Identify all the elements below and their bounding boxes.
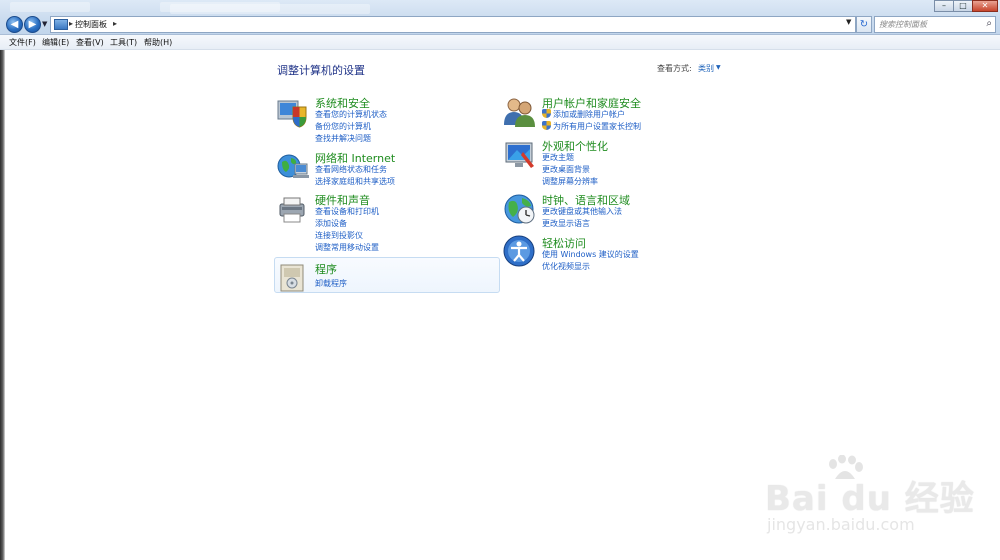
view-by-dropdown[interactable]: 类别: [698, 63, 714, 74]
link-keyboard-input[interactable]: 更改键盘或其他输入法: [542, 206, 622, 217]
refresh-icon: ↻: [859, 19, 869, 30]
link-network-status[interactable]: 查看网络状态和任务: [315, 164, 387, 175]
network-internet-icon: [277, 154, 309, 178]
hardware-sound-icon: [279, 197, 305, 223]
minimize-button[interactable]: –: [934, 0, 954, 12]
breadcrumb-arrow-icon[interactable]: ▸: [69, 19, 73, 28]
baidu-jingyan-watermark: Bai du 经验 jingyan.baidu.com: [765, 455, 990, 545]
system-security-icon: [277, 100, 307, 128]
link-connect-projector[interactable]: 连接到投影仪: [315, 230, 363, 241]
link-change-theme[interactable]: 更改主题: [542, 152, 574, 163]
page-title: 调整计算机的设置: [277, 64, 365, 77]
link-uninstall-program[interactable]: 卸载程序: [315, 278, 347, 289]
ease-of-access-icon: [503, 235, 535, 267]
view-by-label: 查看方式:: [657, 64, 692, 73]
link-text[interactable]: 为所有用户设置家长控制: [553, 122, 641, 131]
link-screen-resolution[interactable]: 调整屏幕分辨率: [542, 176, 598, 187]
recent-pages-dropdown[interactable]: ▼: [42, 20, 50, 30]
appearance-icon: [505, 142, 534, 168]
breadcrumb-control-panel[interactable]: 控制面板: [75, 19, 107, 30]
link-troubleshoot[interactable]: 查找并解决问题: [315, 133, 371, 144]
back-arrow-icon: ◀: [10, 19, 19, 30]
background-window-title: [170, 4, 370, 14]
category-title[interactable]: 程序: [315, 261, 337, 277]
search-box[interactable]: 搜索控制面板 ⌕: [874, 16, 996, 33]
link-optimize-display[interactable]: 优化视频显示: [542, 261, 590, 272]
menu-file[interactable]: 文件(F): [9, 37, 36, 48]
link-homegroup-sharing[interactable]: 选择家庭组和共享选项: [315, 176, 395, 187]
window-titlebar: – □ ✕ ◀ ▶ ▼ ▸ 控制面板 ▸ ▼ ↻ 搜索控制面板 ⌕: [0, 0, 1000, 35]
link-recommended-settings[interactable]: 使用 Windows 建议的设置: [542, 249, 639, 260]
menu-edit[interactable]: 编辑(E): [42, 37, 69, 48]
link-add-device[interactable]: 添加设备: [315, 218, 347, 229]
link-parental-controls[interactable]: 为所有用户设置家长控制: [542, 121, 641, 132]
forward-button[interactable]: ▶: [24, 16, 41, 33]
uac-shield-icon: [542, 109, 551, 118]
menu-view[interactable]: 查看(V): [76, 37, 104, 48]
link-mobility-settings[interactable]: 调整常用移动设置: [315, 242, 379, 253]
left-edge-strip: [0, 50, 5, 560]
user-accounts-icon: [504, 98, 535, 127]
link-add-remove-accounts[interactable]: 添加或删除用户帐户: [542, 109, 625, 120]
clock-language-region-icon: [504, 194, 535, 224]
maximize-button[interactable]: □: [953, 0, 973, 12]
menu-bar: 文件(F) 编辑(E) 查看(V) 工具(T) 帮助(H): [0, 35, 1000, 50]
back-button[interactable]: ◀: [6, 16, 23, 33]
watermark-url: jingyan.baidu.com: [767, 515, 915, 534]
link-view-computer-status[interactable]: 查看您的计算机状态: [315, 109, 387, 120]
menu-tools[interactable]: 工具(T): [110, 37, 137, 48]
breadcrumb-arrow-icon[interactable]: ▸: [113, 19, 117, 28]
link-desktop-background[interactable]: 更改桌面背景: [542, 164, 590, 175]
link-display-language[interactable]: 更改显示语言: [542, 218, 590, 229]
close-button[interactable]: ✕: [972, 0, 998, 12]
refresh-button[interactable]: ↻: [856, 16, 872, 33]
chevron-down-icon[interactable]: ▼: [716, 64, 721, 71]
address-bar[interactable]: ▸ 控制面板 ▸: [50, 16, 856, 33]
watermark-brand: Bai du 经验: [765, 479, 975, 519]
link-devices-printers[interactable]: 查看设备和打印机: [315, 206, 379, 217]
address-history-dropdown[interactable]: ▼: [846, 18, 851, 26]
link-text[interactable]: 添加或删除用户帐户: [553, 110, 625, 119]
search-placeholder: 搜索控制面板: [879, 20, 927, 29]
search-icon[interactable]: ⌕: [986, 18, 992, 29]
control-panel-icon: [54, 19, 68, 30]
link-backup-computer[interactable]: 备份您的计算机: [315, 121, 371, 132]
programs-icon: [280, 264, 304, 292]
background-window-title: [10, 2, 90, 12]
menu-help[interactable]: 帮助(H): [144, 37, 172, 48]
uac-shield-icon: [542, 121, 551, 130]
forward-arrow-icon: ▶: [28, 19, 37, 30]
